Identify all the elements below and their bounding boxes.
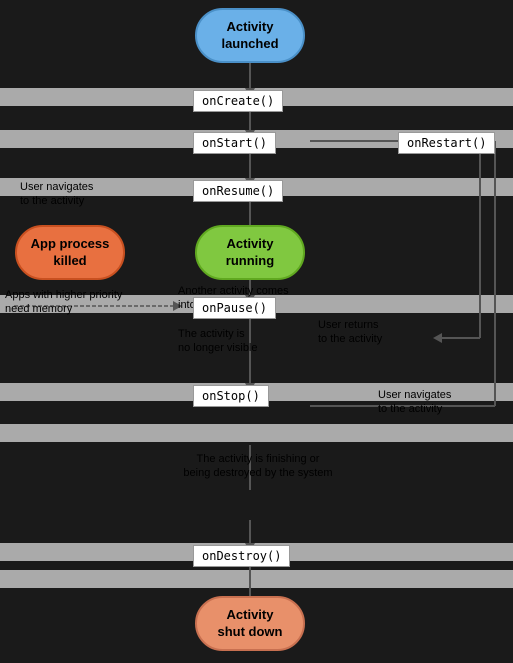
finishing-text: The activity is finishing orbeing destro… [183,453,332,479]
onstop-label: onStop() [202,389,260,403]
onpause-box: onPause() [193,297,276,319]
apps-higher-priority-label: Apps with higher priorityneed memory [5,288,122,317]
apps-higher-priority-text: Apps with higher priorityneed memory [5,289,122,315]
oncreate-box: onCreate() [193,90,283,112]
user-navigates-text-top: User navigatesto the activity [20,181,93,207]
activity-launched-label: Activitylaunched [221,19,278,53]
activity-running-label: Activityrunning [226,236,274,270]
user-returns-text: User returnsto the activity [318,319,382,345]
ondestroy-label: onDestroy() [202,549,281,563]
onrestart-label: onRestart() [407,136,486,150]
onstart-label: onStart() [202,136,267,150]
app-process-killed-node: App processkilled [15,225,125,280]
onstop-box: onStop() [193,385,269,407]
app-process-killed-label: App processkilled [31,236,110,270]
no-longer-visible-text: The activity isno longer visible [178,328,258,354]
onstart-box: onStart() [193,132,276,154]
onpause-label: onPause() [202,301,267,315]
no-longer-visible-label: The activity isno longer visible [178,327,258,356]
onrestart-box: onRestart() [398,132,495,154]
user-navigates-text-bottom: User navigatesto the activity [378,389,451,415]
onresume-label: onResume() [202,184,274,198]
activity-launched-node: Activitylaunched [195,8,305,63]
user-navigates-label-top: User navigatesto the activity [20,180,93,209]
activity-shut-down-label: Activityshut down [218,607,283,641]
user-navigates-label-bottom: User navigatesto the activity [378,388,451,417]
finishing-label: The activity is finishing orbeing destro… [148,452,368,481]
onresume-box: onResume() [193,180,283,202]
lifecycle-diagram: Activitylaunched onCreate() onStart() on… [0,0,513,663]
ondestroy-box: onDestroy() [193,545,290,567]
activity-shut-down-node: Activityshut down [195,596,305,651]
oncreate-label: onCreate() [202,94,274,108]
user-returns-label: User returnsto the activity [318,318,382,347]
activity-running-node: Activityrunning [195,225,305,280]
